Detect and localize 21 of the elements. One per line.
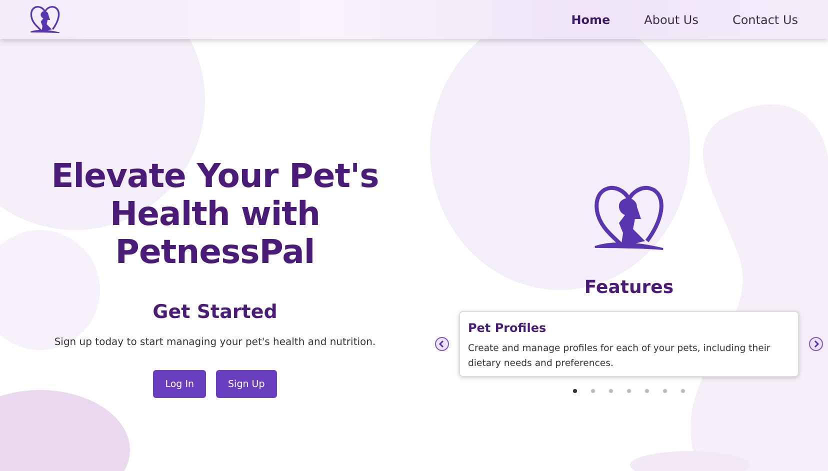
feature-title: Pet Profiles bbox=[468, 321, 548, 335]
carousel-dot[interactable] bbox=[627, 389, 631, 393]
nav-link[interactable]: Contact Us bbox=[732, 12, 798, 26]
carousel-dot[interactable] bbox=[663, 389, 667, 393]
chevron-right-icon bbox=[812, 340, 820, 348]
chevron-left-icon bbox=[438, 340, 446, 348]
carousel-dot[interactable] bbox=[609, 389, 613, 393]
feature-text: Create and manage profiles for each of your pets, including their dietary needs and preferences. bbox=[468, 342, 772, 371]
carousel-dot[interactable] bbox=[573, 389, 577, 393]
carousel-dot[interactable] bbox=[681, 389, 685, 393]
nav-link[interactable]: About Us bbox=[644, 12, 698, 26]
features-heading: Features bbox=[584, 277, 674, 298]
nav-link[interactable]: Home bbox=[571, 12, 610, 26]
hero-text: Sign up today to start managing your pet's health and nutrition. bbox=[54, 337, 376, 348]
carousel-dot[interactable] bbox=[645, 389, 649, 393]
hero-title: Elevate Your Pet's Health with PetnessPal bbox=[50, 157, 380, 271]
carousel-dot[interactable] bbox=[591, 389, 595, 393]
get-started-heading: Get Started bbox=[152, 301, 278, 323]
previous-button[interactable] bbox=[435, 337, 449, 351]
login-button[interactable]: Log In bbox=[153, 370, 206, 398]
signup-button[interactable]: Sign Up bbox=[216, 370, 277, 398]
